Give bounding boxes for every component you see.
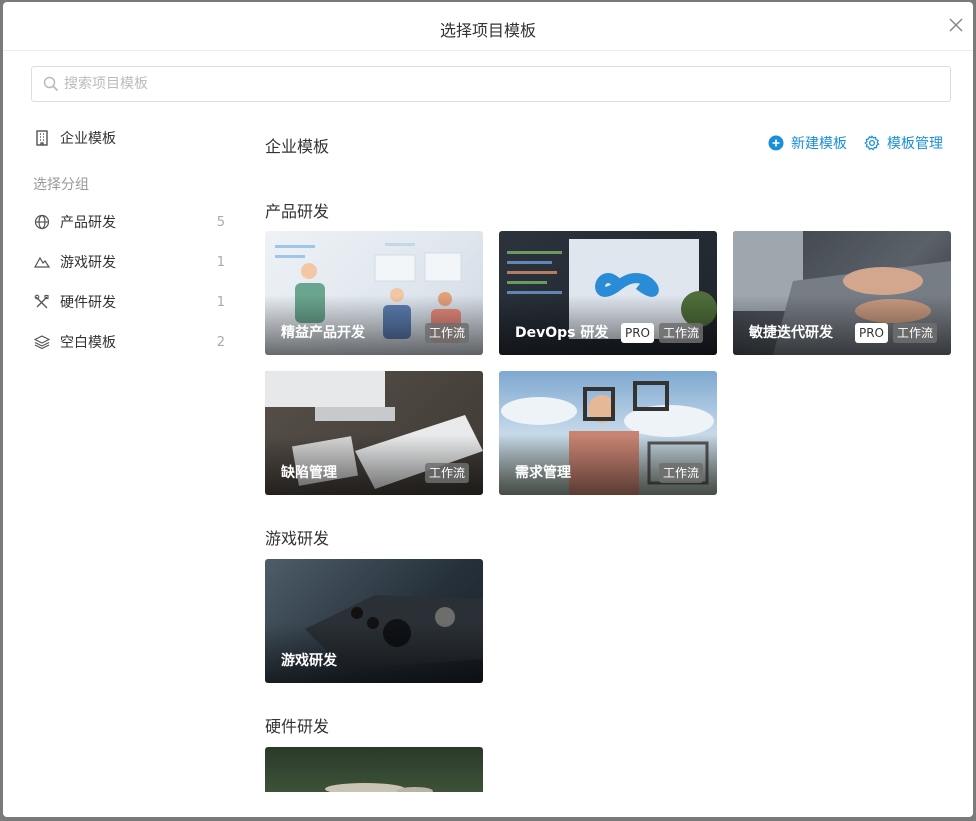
workflow-badge: 工作流 [892, 323, 937, 343]
pro-badge: PRO [854, 323, 888, 343]
card-title: 精益产品开发 [281, 325, 365, 341]
group-heading: 选择分组 [33, 177, 89, 193]
sidebar-item-count: 1 [216, 254, 225, 270]
dialog-header: 选择项目模板 [3, 2, 973, 51]
plus-circle-icon [768, 135, 784, 151]
card-title: 需求管理 [515, 465, 571, 481]
search-input[interactable] [64, 67, 924, 101]
globe-icon [34, 214, 50, 230]
sidebar-item-game[interactable]: 游戏研发 1 [31, 250, 231, 274]
section-title: 产品研发 [265, 202, 330, 221]
template-card[interactable]: 需求管理 工作流 [499, 371, 717, 495]
card-title: DevOps 研发 [515, 325, 609, 341]
card-tags: 工作流 [424, 323, 469, 343]
gear-icon [864, 135, 880, 151]
layers-icon [34, 335, 50, 350]
card-tags: 工作流 [424, 463, 469, 483]
sidebar-item-enterprise[interactable]: 企业模板 [31, 126, 231, 150]
sidebar-item-count: 5 [216, 214, 225, 230]
search-box [31, 66, 951, 102]
sidebar-item-label: 硬件研发 [60, 295, 116, 311]
sidebar-item-label: 游戏研发 [60, 255, 116, 271]
card-tags: PRO 工作流 [854, 323, 937, 343]
template-card[interactable] [265, 747, 483, 792]
card-tags: 工作流 [658, 463, 703, 483]
pro-badge: PRO [620, 323, 654, 343]
sidebar-item-count: 1 [216, 294, 225, 310]
card-title: 缺陷管理 [281, 465, 337, 481]
section-title: 硬件研发 [265, 717, 330, 736]
template-card[interactable]: 精益产品开发 工作流 [265, 231, 483, 355]
search-icon [43, 76, 59, 92]
new-template-label: 新建模板 [791, 136, 847, 152]
sidebar-item-count: 2 [216, 334, 225, 350]
template-dialog: 选择项目模板 企业模板 选择分组 产品研发 [3, 2, 973, 817]
sidebar-item-hardware[interactable]: 硬件研发 1 [31, 290, 231, 314]
card-illustration [325, 783, 433, 792]
sidebar-item-product[interactable]: 产品研发 5 [31, 210, 231, 234]
tools-icon [34, 294, 49, 309]
new-template-button[interactable]: 新建模板 [768, 133, 847, 153]
workflow-badge: 工作流 [424, 323, 469, 343]
workflow-badge: 工作流 [658, 463, 703, 483]
sidebar-item-label: 企业模板 [60, 131, 116, 147]
section-title: 游戏研发 [265, 529, 330, 548]
manage-templates-label: 模板管理 [887, 136, 943, 152]
manage-templates-button[interactable]: 模板管理 [864, 133, 943, 153]
workflow-badge: 工作流 [424, 463, 469, 483]
page-title: 企业模板 [265, 137, 330, 156]
mountain-icon [34, 256, 50, 268]
sidebar-item-blank[interactable]: 空白模板 2 [31, 330, 231, 354]
card-title: 敏捷迭代研发 [749, 325, 833, 341]
template-card[interactable]: 缺陷管理 工作流 [265, 371, 483, 495]
template-card[interactable]: 敏捷迭代研发 PRO 工作流 [733, 231, 951, 355]
sidebar-item-label: 产品研发 [60, 215, 116, 231]
workflow-badge: 工作流 [658, 323, 703, 343]
template-card[interactable]: DevOps 研发 PRO 工作流 [499, 231, 717, 355]
building-icon [36, 130, 48, 146]
sidebar-item-label: 空白模板 [60, 335, 116, 351]
template-card[interactable]: 游戏研发 [265, 559, 483, 683]
close-icon[interactable] [947, 16, 965, 34]
card-title: 游戏研发 [281, 653, 337, 669]
card-tags: PRO 工作流 [620, 323, 703, 343]
dialog-title: 选择项目模板 [439, 21, 536, 40]
